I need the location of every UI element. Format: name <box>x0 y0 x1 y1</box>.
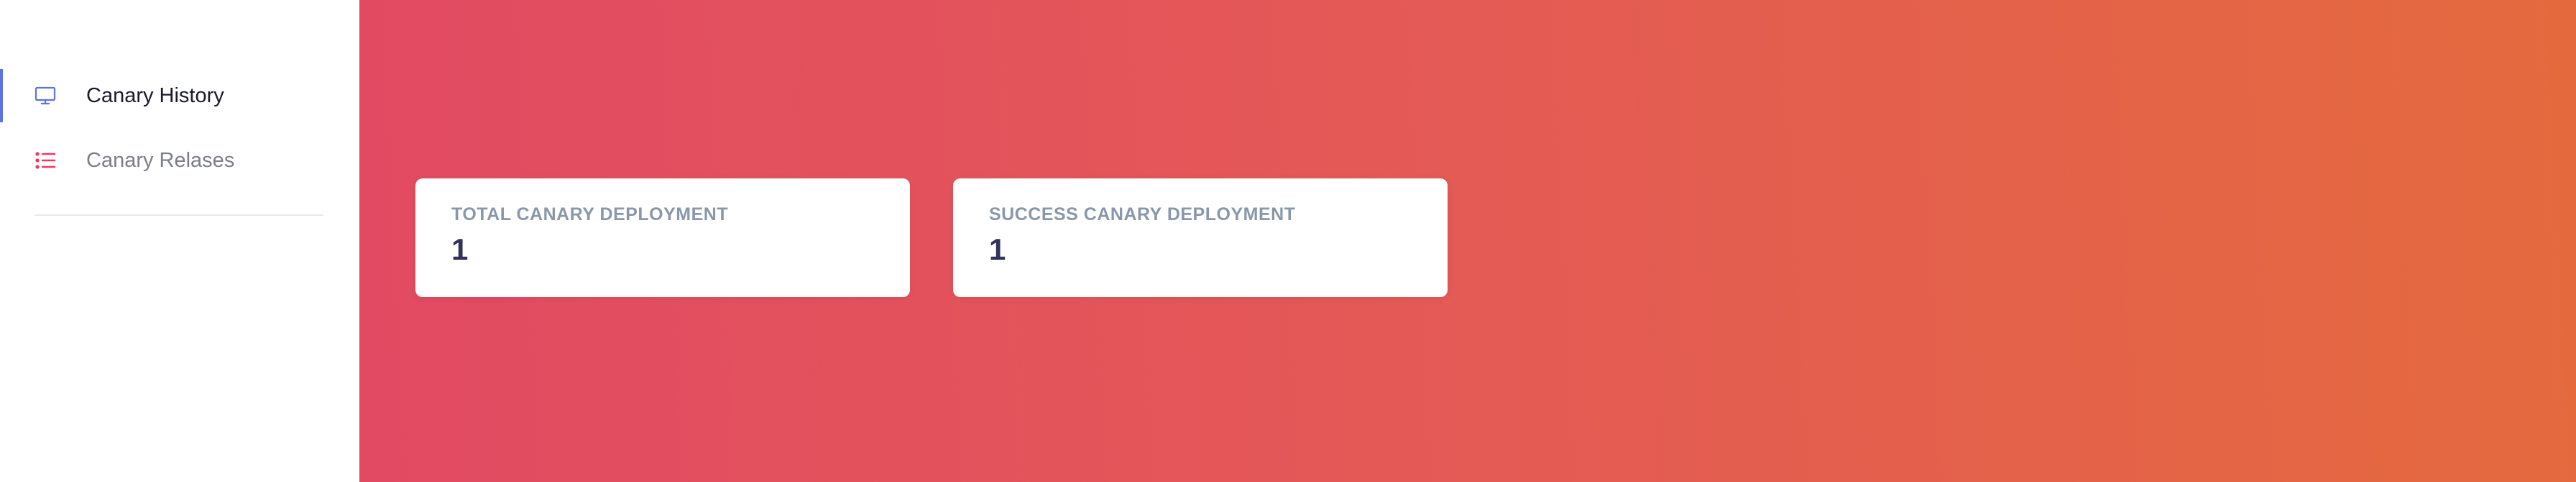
card-value: 1 <box>989 232 1006 266</box>
sidebar-item-label: Canary Relases <box>86 149 235 172</box>
sidebar-item-label: Canary History <box>86 84 224 107</box>
monitor-icon <box>33 83 58 108</box>
sidebar: Canary History Canary Relases <box>0 0 359 482</box>
sidebar-item-canary-history[interactable]: Canary History <box>0 69 359 122</box>
card-title: SUCCESS CANARY DEPLOYMENT <box>989 204 1296 224</box>
sidebar-divider <box>34 214 323 216</box>
card-value: 1 <box>451 232 469 266</box>
success-canary-deployment-card: SUCCESS CANARY DEPLOYMENT 1 <box>953 178 1448 297</box>
total-canary-deployment-card: TOTAL CANARY DEPLOYMENT 1 <box>415 178 910 297</box>
sidebar-item-canary-relases[interactable]: Canary Relases <box>0 134 359 187</box>
main-header-panel: TOTAL CANARY DEPLOYMENT 1 SUCCESS CANARY… <box>359 0 2576 482</box>
list-icon <box>33 148 58 173</box>
card-title: TOTAL CANARY DEPLOYMENT <box>451 204 729 224</box>
